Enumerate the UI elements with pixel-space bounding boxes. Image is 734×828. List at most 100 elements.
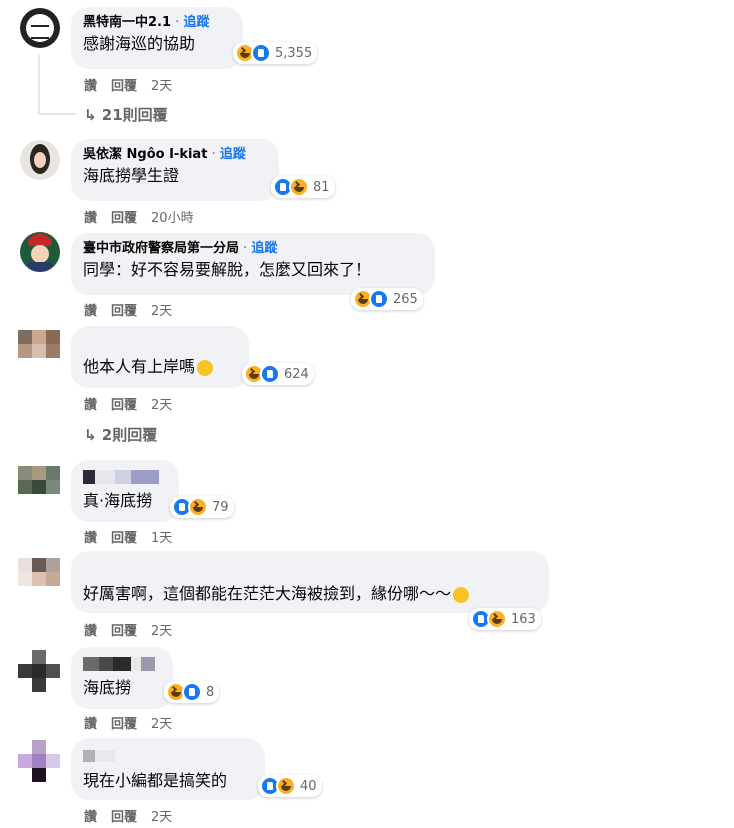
like-link[interactable]: 讚 bbox=[84, 398, 97, 413]
reaction-summary[interactable]: 40 bbox=[258, 775, 322, 797]
reaction-summary[interactable]: 81 bbox=[271, 176, 335, 198]
comment-text: 同學：好不容易要解脫，怎麼又回來了！ bbox=[83, 260, 372, 279]
comment-author[interactable]: 黑特南一中2.1 bbox=[83, 15, 171, 30]
follow-link[interactable]: 追蹤 bbox=[220, 147, 246, 162]
comment-bubble: 現在小編都是搞笑的 bbox=[71, 738, 265, 800]
follow-link[interactable]: 追蹤 bbox=[251, 241, 277, 256]
avatar[interactable] bbox=[18, 650, 62, 692]
avatar[interactable] bbox=[18, 740, 62, 784]
view-replies-link[interactable]: ↳ 2則回覆 bbox=[84, 424, 157, 445]
reply-link[interactable]: 回覆 bbox=[111, 304, 137, 319]
thread-line bbox=[38, 55, 40, 115]
censored-name bbox=[83, 470, 167, 484]
timestamp[interactable]: 2天 bbox=[151, 810, 172, 825]
laughing-emoji-icon bbox=[453, 586, 470, 603]
comment-text: 感謝海巡的協助 bbox=[83, 34, 196, 53]
avatar-pixel bbox=[32, 466, 46, 480]
timestamp[interactable]: 2天 bbox=[151, 304, 172, 319]
comment-text: 他本人有上岸嗎 bbox=[83, 357, 196, 376]
avatar-pixel bbox=[18, 754, 32, 768]
avatar-face bbox=[31, 245, 49, 263]
comment-actions: 讚回覆 20小時 bbox=[84, 207, 208, 226]
avatar-pixel bbox=[95, 470, 115, 484]
comment-actions: 讚回覆 2天 bbox=[84, 75, 186, 94]
timestamp[interactable]: 2天 bbox=[151, 717, 172, 732]
avatar-pixel bbox=[32, 664, 46, 678]
haha-reaction-icon bbox=[289, 177, 309, 197]
avatar-pixel bbox=[83, 657, 99, 671]
reaction-summary[interactable]: 163 bbox=[469, 608, 541, 630]
haha-reaction-icon bbox=[487, 609, 507, 629]
avatar-pixel bbox=[18, 330, 32, 344]
reply-link[interactable]: 回覆 bbox=[111, 717, 137, 732]
avatar[interactable] bbox=[20, 8, 60, 48]
avatar-pixel bbox=[32, 558, 46, 572]
follow-link[interactable]: 追蹤 bbox=[183, 15, 209, 30]
avatar-pixel bbox=[46, 572, 60, 586]
avatar-pixel bbox=[46, 480, 60, 494]
school-logo-icon bbox=[31, 25, 49, 39]
like-link[interactable]: 讚 bbox=[84, 810, 97, 825]
reply-link[interactable]: 回覆 bbox=[111, 79, 137, 94]
avatar-pixel bbox=[115, 470, 131, 484]
reaction-summary[interactable]: 265 bbox=[351, 288, 423, 310]
comment-actions: 讚回覆 2天 bbox=[84, 300, 186, 319]
like-reaction-icon bbox=[260, 364, 280, 384]
comment-bubble: 黑特南一中2.1 · 追蹤 感謝海巡的協助 bbox=[71, 7, 243, 69]
avatar[interactable] bbox=[18, 330, 62, 362]
avatar-pixel bbox=[32, 344, 46, 358]
reaction-summary[interactable]: 79 bbox=[170, 496, 234, 518]
avatar[interactable] bbox=[20, 232, 60, 272]
timestamp[interactable]: 1天 bbox=[151, 531, 172, 546]
avatar-pixel bbox=[46, 466, 60, 480]
thread-line bbox=[38, 113, 76, 115]
timestamp[interactable]: 20小時 bbox=[151, 211, 194, 226]
timestamp[interactable]: 2天 bbox=[151, 398, 172, 413]
like-link[interactable]: 讚 bbox=[84, 211, 97, 226]
reply-link[interactable]: 回覆 bbox=[111, 810, 137, 825]
comment-author[interactable]: 吳依潔 Ngôo I-kiat bbox=[83, 147, 207, 162]
like-reaction-icon bbox=[182, 682, 202, 702]
censored-name bbox=[83, 750, 253, 762]
like-link[interactable]: 讚 bbox=[84, 304, 97, 319]
like-link[interactable]: 讚 bbox=[84, 531, 97, 546]
reply-link[interactable]: 回覆 bbox=[111, 211, 137, 226]
reply-link[interactable]: 回覆 bbox=[111, 398, 137, 413]
avatar-pixel bbox=[83, 750, 95, 762]
like-link[interactable]: 讚 bbox=[84, 717, 97, 732]
avatar-pixel bbox=[18, 344, 32, 358]
avatar-face bbox=[34, 152, 46, 168]
avatar-pixel bbox=[131, 470, 159, 484]
reaction-count: 624 bbox=[284, 366, 309, 382]
avatar-pixel bbox=[32, 572, 46, 586]
avatar[interactable] bbox=[18, 558, 62, 590]
reply-link[interactable]: 回覆 bbox=[111, 531, 137, 546]
avatar-pixel bbox=[46, 664, 60, 678]
avatar[interactable] bbox=[20, 140, 60, 180]
comment-actions: 讚回覆 2天 bbox=[84, 620, 186, 639]
reaction-count: 79 bbox=[212, 499, 229, 515]
timestamp[interactable]: 2天 bbox=[151, 79, 172, 94]
censored-name bbox=[83, 657, 161, 671]
comment-author[interactable]: 臺中市政府警察局第一分局 bbox=[83, 241, 239, 256]
reply-link[interactable]: 回覆 bbox=[111, 624, 137, 639]
reply-arrow-icon: ↳ bbox=[84, 426, 102, 444]
like-link[interactable]: 讚 bbox=[84, 624, 97, 639]
timestamp[interactable]: 2天 bbox=[151, 624, 172, 639]
avatar-pixel bbox=[46, 754, 60, 768]
avatar-pixel bbox=[113, 657, 131, 671]
comment-actions: 讚回覆 2天 bbox=[84, 394, 186, 413]
reaction-summary[interactable]: 5,355 bbox=[233, 42, 318, 64]
comment-bubble: 海底撈 bbox=[71, 647, 173, 709]
view-replies-link[interactable]: ↳ 21則回覆 bbox=[84, 104, 168, 125]
reaction-summary[interactable]: 624 bbox=[242, 363, 314, 385]
avatar-pixel bbox=[32, 650, 46, 664]
haha-reaction-icon bbox=[188, 497, 208, 517]
avatar-pixel bbox=[32, 678, 46, 692]
like-link[interactable]: 讚 bbox=[84, 79, 97, 94]
like-reaction-icon bbox=[369, 289, 389, 309]
avatar-pixel bbox=[131, 657, 141, 671]
reaction-summary[interactable]: 8 bbox=[164, 681, 220, 703]
avatar[interactable] bbox=[18, 466, 62, 498]
avatar-pixel bbox=[83, 470, 95, 484]
